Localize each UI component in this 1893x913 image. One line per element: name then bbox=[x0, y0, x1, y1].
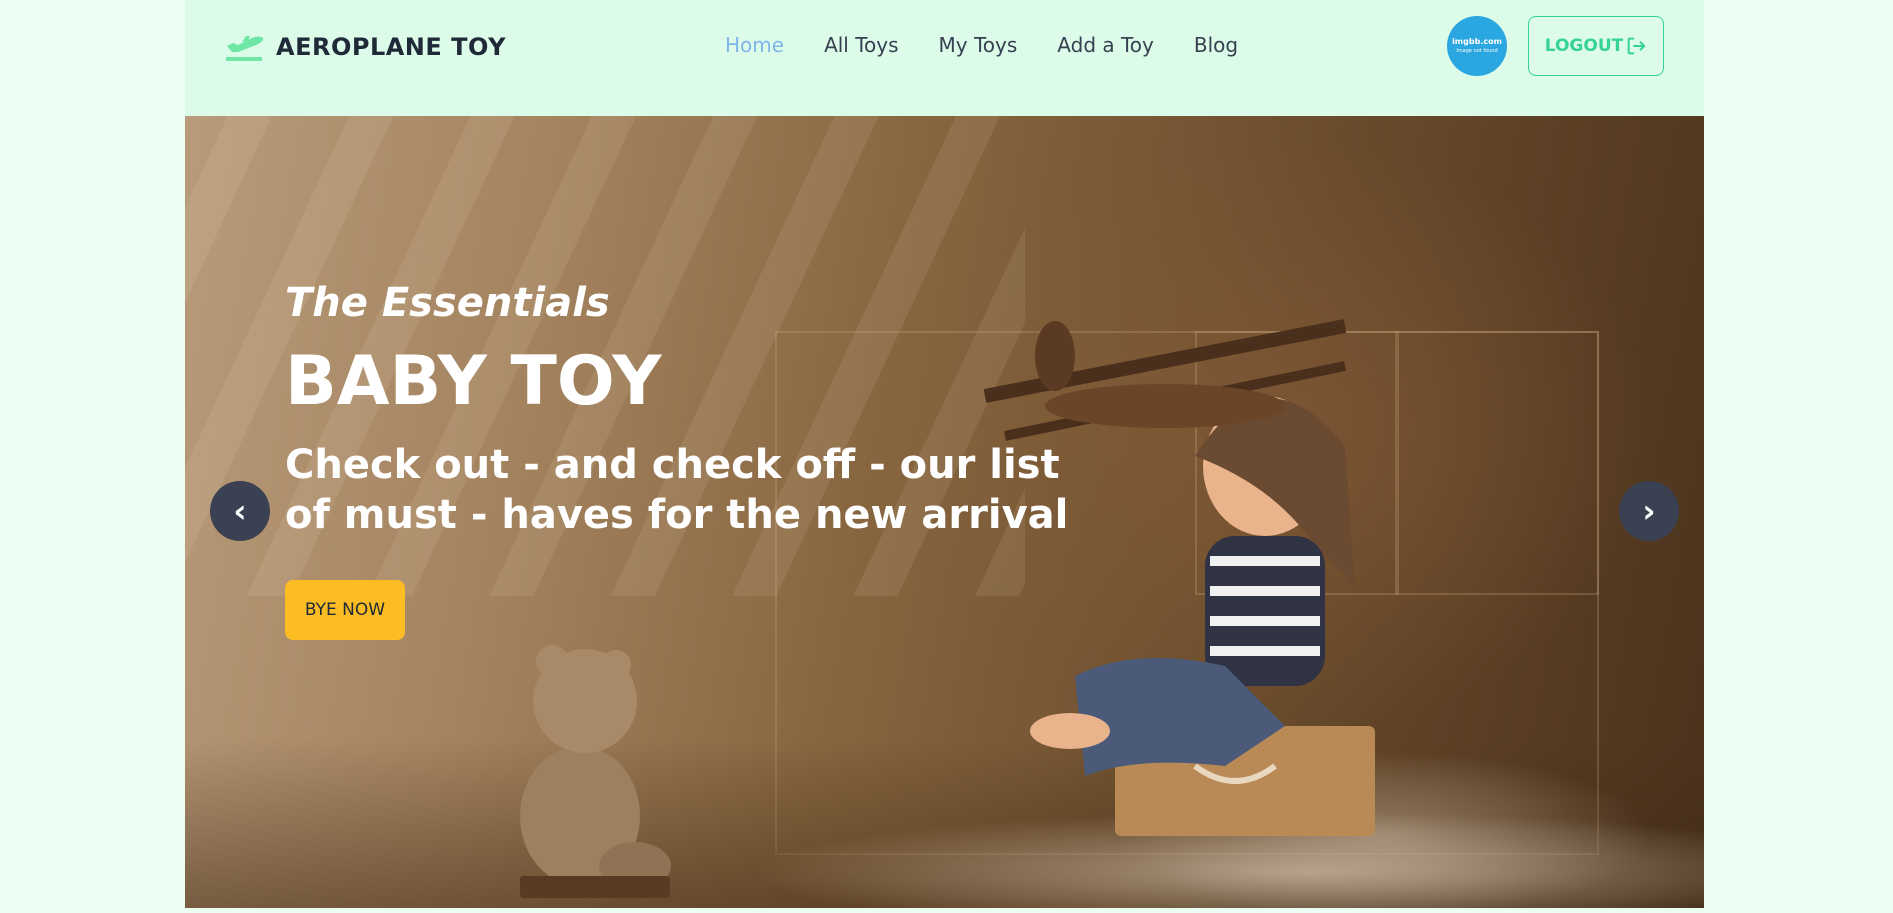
chevron-right-icon: › bbox=[1642, 492, 1656, 530]
hero-description: Check out - and check off - our list of … bbox=[285, 442, 1069, 538]
buy-now-button[interactable]: BYE NOW bbox=[285, 580, 405, 640]
avatar-text-line2: Image not found bbox=[1456, 48, 1498, 54]
navbar: AEROPLANE TOY Home All Toys My Toys Add … bbox=[185, 0, 1704, 116]
logout-button[interactable]: LOGOUT bbox=[1528, 16, 1664, 76]
nav-item-my-toys[interactable]: My Toys bbox=[939, 33, 1018, 57]
hero-carousel: The Essentials BABY TOY Check out - and … bbox=[185, 116, 1704, 908]
brand-name: AEROPLANE TOY bbox=[276, 33, 506, 61]
carousel-prev-button[interactable]: ‹ bbox=[210, 481, 270, 541]
nav-item-home[interactable]: Home bbox=[725, 33, 784, 57]
user-avatar[interactable]: imgbb.com Image not found bbox=[1447, 16, 1507, 76]
nav-item-all-toys[interactable]: All Toys bbox=[824, 33, 898, 57]
carousel-next-button[interactable]: › bbox=[1619, 481, 1679, 541]
hero-title: BABY TOY bbox=[285, 342, 662, 421]
hero-subtitle: The Essentials bbox=[285, 280, 610, 326]
teddy-bear-illustration bbox=[520, 645, 671, 898]
logout-icon bbox=[1627, 37, 1646, 55]
page: AEROPLANE TOY Home All Toys My Toys Add … bbox=[185, 0, 1704, 913]
chevron-left-icon: ‹ bbox=[233, 492, 247, 530]
avatar-text-line1: imgbb.com bbox=[1452, 37, 1502, 46]
main-nav: Home All Toys My Toys Add a Toy Blog bbox=[725, 33, 1278, 57]
logout-label: LOGOUT bbox=[1544, 36, 1624, 56]
hero-text: The Essentials BABY TOY Check out - and … bbox=[285, 276, 1105, 540]
nav-item-blog[interactable]: Blog bbox=[1194, 33, 1238, 57]
brand[interactable]: AEROPLANE TOY bbox=[224, 30, 506, 64]
nav-item-add-a-toy[interactable]: Add a Toy bbox=[1057, 33, 1154, 57]
airplane-takeoff-icon bbox=[226, 36, 264, 61]
